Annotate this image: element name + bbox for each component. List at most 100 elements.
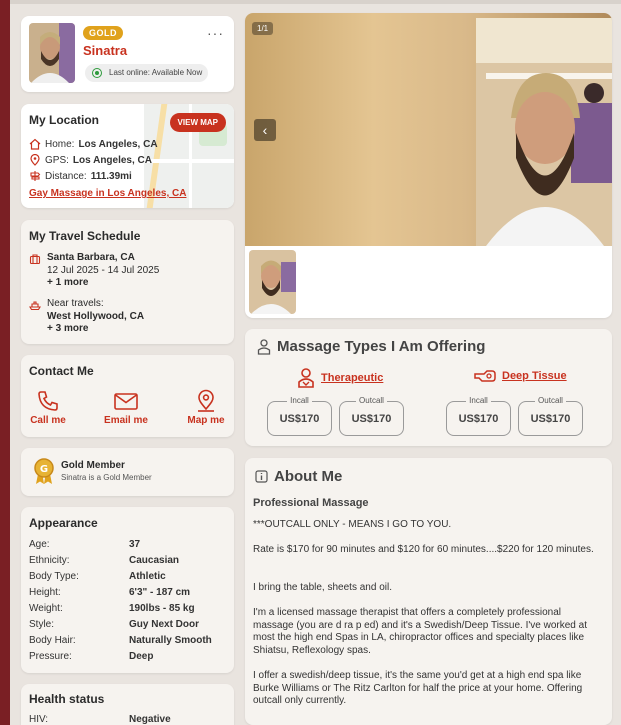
gps-row: GPS: Los Angeles, CA [29, 154, 152, 166]
massage-type-name: Deep Tissue [502, 370, 567, 382]
appearance-title: Appearance [29, 516, 98, 530]
trip-city: Santa Barbara, CA [47, 252, 135, 263]
about-paragraph: ***OUTCALL ONLY - MEANS I GO TO YOU. [253, 519, 452, 530]
outcall-amount: US$170 [351, 413, 392, 425]
incall-price: Incall US$170 [446, 396, 511, 436]
outcall-price: Outcall US$170 [518, 396, 583, 436]
distance-label: Distance: [45, 170, 87, 182]
appearance-value: Athletic [129, 571, 166, 582]
profile-name: Sinatra [83, 43, 128, 58]
about-title: About Me [274, 468, 343, 485]
gold-member-title: Gold Member [61, 460, 125, 471]
call-me-button[interactable]: Call me [18, 389, 78, 426]
svg-text:G: G [40, 464, 48, 475]
massage-type-therapeutic[interactable]: Therapeutic [297, 368, 383, 388]
more-options-icon[interactable]: ··· [207, 25, 224, 41]
trip-item: Santa Barbara, CA 12 Jul 2025 - 14 Jul 2… [29, 252, 159, 290]
incall-label: Incall [287, 396, 312, 405]
gallery-counter: 1/1 [252, 22, 274, 35]
outcall-label: Outcall [535, 396, 566, 405]
appearance-value: 6'3" - 187 cm [129, 587, 191, 598]
map-me-label: Map me [187, 415, 225, 426]
gold-badge: GOLD [83, 26, 123, 40]
about-subtitle: Professional Massage [253, 497, 369, 509]
therapeutic-person-icon [298, 368, 314, 388]
appearance-value: 37 [129, 539, 141, 550]
view-map-button[interactable]: VIEW MAP [169, 113, 226, 132]
gallery-prev-button[interactable]: ‹ [254, 119, 276, 141]
near-more-link[interactable]: + 3 more [47, 323, 88, 334]
appearance-key: Age: [29, 539, 50, 550]
contact-title: Contact Me [29, 364, 94, 378]
appearance-value: 190lbs - 85 kg [129, 603, 195, 614]
gps-pin-icon [30, 154, 40, 166]
gallery-thumbnail[interactable] [249, 250, 296, 314]
incall-amount: US$170 [279, 413, 320, 425]
massage-types-heading: Massage Types I Am Offering [257, 338, 485, 355]
online-status: Last online: Available Now [85, 64, 209, 82]
about-heading: About Me [255, 468, 342, 485]
appearance-key: Pressure: [29, 651, 72, 662]
chevron-left-icon: ‹ [262, 122, 268, 138]
appearance-value: Deep [129, 651, 154, 662]
about-paragraph: I bring the table, sheets and oil. [253, 582, 392, 593]
email-me-button[interactable]: Email me [96, 389, 156, 426]
travel-schedule-card: My Travel Schedule Santa Barbara, CA 12 … [21, 220, 234, 344]
trip-dates: 12 Jul 2025 - 14 Jul 2025 [47, 264, 160, 276]
home-label: Home: [45, 138, 75, 150]
left-accent-strip [0, 0, 10, 725]
gold-member-card: G Gold Member Sinatra is a Gold Member [21, 448, 234, 496]
massage-types-title: Massage Types I Am Offering [277, 338, 486, 355]
appearance-key: Ethnicity: [29, 555, 70, 566]
map-me-button[interactable]: Map me [176, 389, 236, 426]
phone-icon [38, 391, 58, 411]
appearance-value: Caucasian [129, 555, 180, 566]
trip-more-link[interactable]: + 1 more [47, 277, 88, 288]
incall-label: Incall [466, 396, 491, 405]
distance-value: 111.39mi [90, 170, 132, 182]
massage-types-card: Massage Types I Am Offering Therapeutic … [245, 329, 612, 446]
map-pin-icon [198, 389, 214, 412]
photo-gallery: 1/1 ‹ [245, 13, 612, 318]
email-me-label: Email me [104, 415, 148, 426]
about-paragraph: I'm a licensed massage therapist that of… [253, 607, 587, 656]
travel-title: My Travel Schedule [29, 229, 141, 243]
near-travels: Near travels: West Hollywood, CA + 3 mor… [29, 298, 144, 336]
therapist-icon [257, 338, 271, 355]
appearance-card: Appearance Age: 37 Ethnicity: Caucasian Bo… [21, 507, 234, 673]
appearance-key: Weight: [29, 603, 63, 614]
distance-row: Distance: 111.39mi [29, 170, 132, 182]
call-me-label: Call me [30, 415, 66, 426]
massage-type-deep-tissue[interactable]: Deep Tissue [474, 368, 567, 384]
health-title: Health status [29, 692, 105, 706]
appearance-key: Style: [29, 619, 55, 630]
city-massage-link[interactable]: Gay Massage in Los Angeles, CA [29, 188, 186, 199]
health-status-card: Health status HIV: Negative [21, 684, 234, 725]
distance-sign-icon [30, 171, 41, 181]
avatar[interactable] [29, 23, 75, 83]
gold-medal-icon: G [34, 458, 54, 484]
home-row: Home: Los Angeles, CA [29, 138, 158, 150]
outcall-price: Outcall US$170 [339, 396, 404, 436]
ship-icon [29, 301, 41, 311]
top-divider [10, 0, 621, 4]
gold-member-subtitle: Sinatra is a Gold Member [61, 473, 152, 482]
near-label: Near travels: [47, 298, 104, 309]
appearance-key: Body Hair: [29, 635, 76, 646]
gps-label: GPS: [45, 154, 69, 166]
about-paragraph: I offer a swedish/deep tissue, it's the … [253, 670, 583, 706]
outcall-label: Outcall [356, 396, 387, 405]
info-icon [255, 470, 268, 483]
hiv-value: Negative [129, 714, 171, 725]
mail-icon [114, 393, 138, 410]
outcall-amount: US$170 [530, 413, 571, 425]
incall-price: Incall US$170 [267, 396, 332, 436]
contact-card: Contact Me Call me Email me Map me [21, 355, 234, 437]
near-city: West Hollywood, CA [47, 310, 145, 322]
gallery-main-image[interactable]: 1/1 ‹ [245, 13, 612, 246]
profile-photo[interactable] [476, 18, 612, 246]
appearance-value: Naturally Smooth [129, 635, 212, 646]
home-icon [29, 138, 41, 150]
online-status-text: Last online: Available Now [109, 68, 203, 77]
appearance-key: Body Type: [29, 571, 79, 582]
